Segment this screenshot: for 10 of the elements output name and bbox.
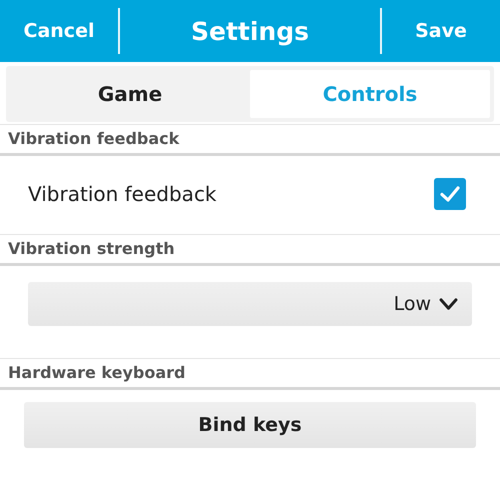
section-header: Hardware keyboard xyxy=(0,358,500,390)
chevron-down-icon xyxy=(439,298,458,310)
checkbox-label: Vibration feedback xyxy=(28,182,217,206)
dropdown[interactable]: Low xyxy=(28,282,472,326)
section-header: Vibration strength xyxy=(0,234,500,266)
bind-keys-button[interactable]: Bind keys xyxy=(24,402,476,448)
window-title: Settings xyxy=(190,16,310,46)
tab[interactable]: Game xyxy=(10,70,250,118)
section-header: Vibration feedback xyxy=(0,124,500,156)
checkbox[interactable] xyxy=(434,178,466,210)
